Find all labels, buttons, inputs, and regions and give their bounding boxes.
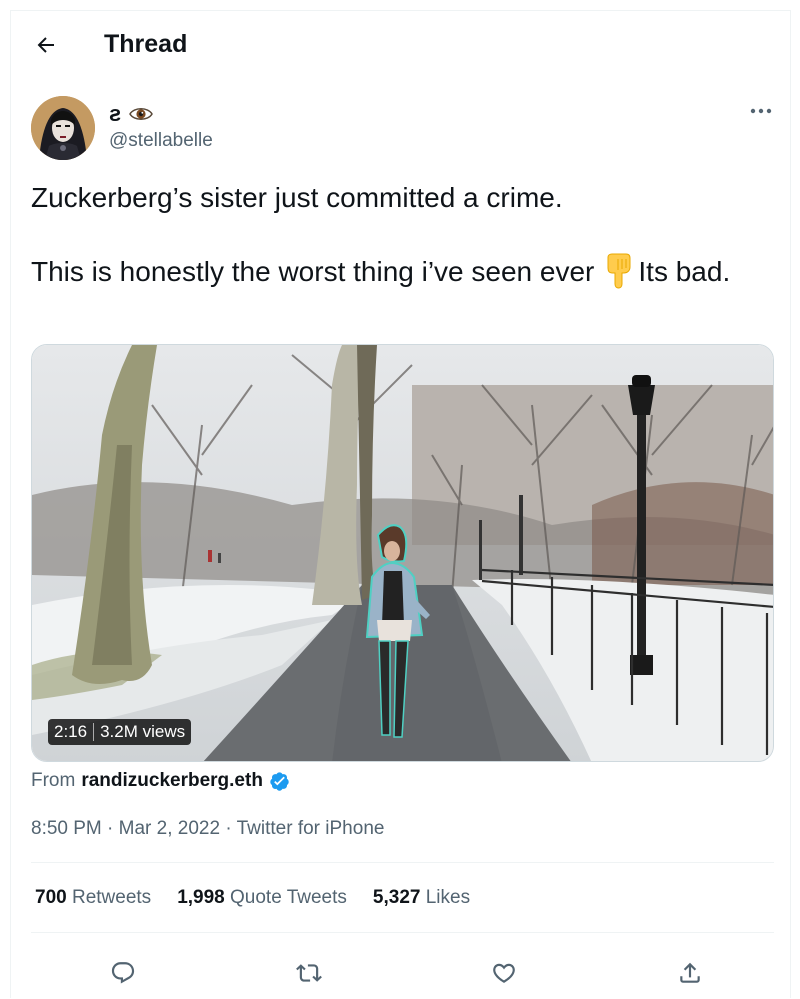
more-horizontal-icon: [750, 108, 772, 114]
retweets-stat[interactable]: 700 Retweets: [35, 887, 151, 909]
quote-tweets-label: Quote Tweets: [230, 887, 347, 908]
likes-count: 5,327: [372, 887, 421, 908]
tweet-line-2-end: Its bad.: [638, 256, 731, 287]
tweet-time[interactable]: 8:50 PM: [31, 818, 102, 839]
tweet-stats: 700 Retweets 1,998 Quote Tweets 5,327 Li…: [35, 887, 470, 909]
avatar-image: [31, 96, 95, 160]
likes-label: Likes: [425, 887, 471, 908]
quote-tweets-count: 1,998: [177, 887, 225, 908]
author-display-name[interactable]: ƨ: [109, 101, 154, 127]
tweet-line-1: Zuckerberg’s sister just committed a cri…: [31, 182, 563, 213]
verified-badge-icon: [270, 771, 289, 791]
video-views: 3.2M views: [100, 722, 186, 741]
video-source: From randizuckerberg.eth: [31, 770, 290, 792]
share-icon: [680, 962, 700, 983]
page-title: Thread: [104, 30, 188, 58]
retweets-label: Retweets: [71, 887, 152, 908]
tweet-metadata: 8:50 PM · Mar 2, 2022 · Twitter for iPho…: [31, 818, 384, 840]
tweet-date[interactable]: Mar 2, 2022: [119, 818, 220, 839]
video-player[interactable]: 2:16 3.2M views: [31, 344, 774, 762]
likes-stat[interactable]: 5,327 Likes: [373, 887, 470, 909]
thread-header: Thread: [11, 11, 790, 81]
video-duration: 2:16: [54, 722, 88, 741]
tweet-actions: [31, 949, 774, 999]
thread-view: Thread ƨ @stellabelle Zuckerberg’s siste…: [10, 10, 791, 998]
arrow-left-icon: [37, 37, 54, 53]
more-options-button[interactable]: [746, 101, 776, 121]
back-button[interactable]: [29, 28, 63, 62]
meta-separator: ·: [101, 818, 119, 839]
divider: [31, 932, 774, 933]
tweet-line-2-start: This is honestly the worst thing i’ve se…: [31, 256, 595, 287]
tweet-text: Zuckerberg’s sister just committed a cri…: [31, 179, 761, 290]
author-handle[interactable]: @stellabelle: [109, 130, 213, 152]
author-name-text: ƨ: [109, 101, 122, 126]
retweet-icon: [296, 964, 322, 982]
quote-tweets-stat[interactable]: 1,998 Quote Tweets: [177, 887, 347, 909]
video-thumbnail: [32, 345, 773, 761]
eye-icon: [129, 108, 154, 120]
video-meta: 2:16 3.2M views: [48, 719, 192, 745]
tweet-line-2: This is honestly the worst thing i’ve se…: [31, 253, 761, 290]
retweet-button[interactable]: [289, 953, 329, 993]
reply-icon: [111, 962, 135, 984]
backhand-index-pointing-down-icon: [607, 253, 631, 289]
from-prefix: From: [31, 770, 76, 791]
avatar[interactable]: [31, 96, 95, 160]
like-button[interactable]: [484, 953, 524, 993]
divider: [31, 862, 774, 863]
meta-separator: ·: [220, 818, 237, 839]
reply-button[interactable]: [103, 953, 143, 993]
tweet-source-app[interactable]: Twitter for iPhone: [237, 818, 385, 839]
share-button[interactable]: [670, 953, 710, 993]
source-account-link[interactable]: randizuckerberg.eth: [81, 770, 263, 792]
retweets-count: 700: [35, 887, 67, 908]
heart-icon: [493, 963, 515, 983]
